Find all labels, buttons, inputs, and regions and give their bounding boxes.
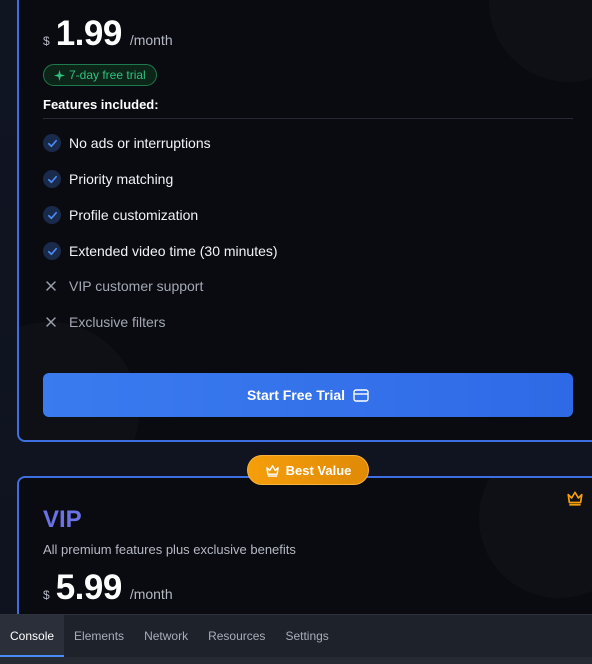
feature-label: No ads or interruptions — [69, 135, 211, 151]
feature-item: Priority matching — [43, 170, 173, 188]
price-period: /month — [129, 586, 173, 602]
pricing-page: $ 1.99 /month 7-day free trial Features … — [0, 0, 592, 614]
start-free-trial-button[interactable]: Start Free Trial — [43, 373, 573, 417]
feature-label: Extended video time (30 minutes) — [69, 243, 278, 259]
feature-label: Exclusive filters — [69, 314, 166, 330]
feature-item: VIP customer support — [43, 278, 203, 294]
tab-network[interactable]: Network — [134, 615, 198, 657]
features-title: Features included: — [43, 97, 159, 112]
feature-item: Extended video time (30 minutes) — [43, 242, 278, 260]
best-value-badge: Best Value — [247, 455, 369, 485]
feature-label: VIP customer support — [69, 278, 204, 294]
currency-symbol: $ — [43, 588, 50, 602]
divider — [43, 118, 573, 119]
free-trial-badge: 7-day free trial — [43, 64, 157, 86]
best-value-label: Best Value — [285, 462, 352, 478]
feature-item: Profile customization — [43, 206, 198, 224]
tab-settings[interactable]: Settings — [275, 615, 338, 657]
tab-console[interactable]: Console — [0, 615, 65, 657]
price-amount: 5.99 — [55, 568, 123, 607]
plan-description: All premium features plus exclusive bene… — [43, 542, 296, 557]
check-icon — [43, 170, 61, 188]
price-period: /month — [129, 32, 173, 48]
cta-label: Start Free Trial — [246, 387, 346, 403]
sparkle-icon — [54, 69, 65, 81]
feature-label: Profile customization — [69, 207, 199, 223]
x-icon — [43, 278, 59, 294]
tab-elements[interactable]: Elements — [64, 615, 134, 657]
plan-title: VIP — [43, 506, 82, 533]
crown-icon — [265, 464, 279, 477]
premium-plan-card: $ 1.99 /month 7-day free trial Features … — [17, 0, 592, 442]
premium-price: $ 1.99 /month — [43, 14, 173, 54]
check-icon — [43, 134, 61, 152]
devtools-panel: Console Elements Network Resources Setti… — [0, 614, 592, 664]
devtools-content — [0, 657, 592, 664]
check-icon — [43, 242, 61, 260]
x-icon — [43, 314, 59, 330]
free-trial-label: 7-day free trial — [69, 68, 146, 82]
feature-item: Exclusive filters — [43, 314, 165, 330]
currency-symbol: $ — [43, 34, 50, 48]
vip-plan-card: VIP All premium features plus exclusive … — [17, 476, 592, 614]
tab-resources[interactable]: Resources — [198, 615, 275, 657]
crown-icon — [567, 491, 583, 506]
check-icon — [43, 206, 61, 224]
feature-label: Priority matching — [69, 171, 174, 187]
vip-price: $ 5.99 /month — [43, 568, 173, 608]
decorative-circle — [489, 0, 592, 82]
feature-item: No ads or interruptions — [43, 134, 211, 152]
devtools-tabs: Console Elements Network Resources Setti… — [0, 615, 592, 657]
credit-card-icon — [353, 388, 369, 402]
price-amount: 1.99 — [55, 14, 123, 53]
